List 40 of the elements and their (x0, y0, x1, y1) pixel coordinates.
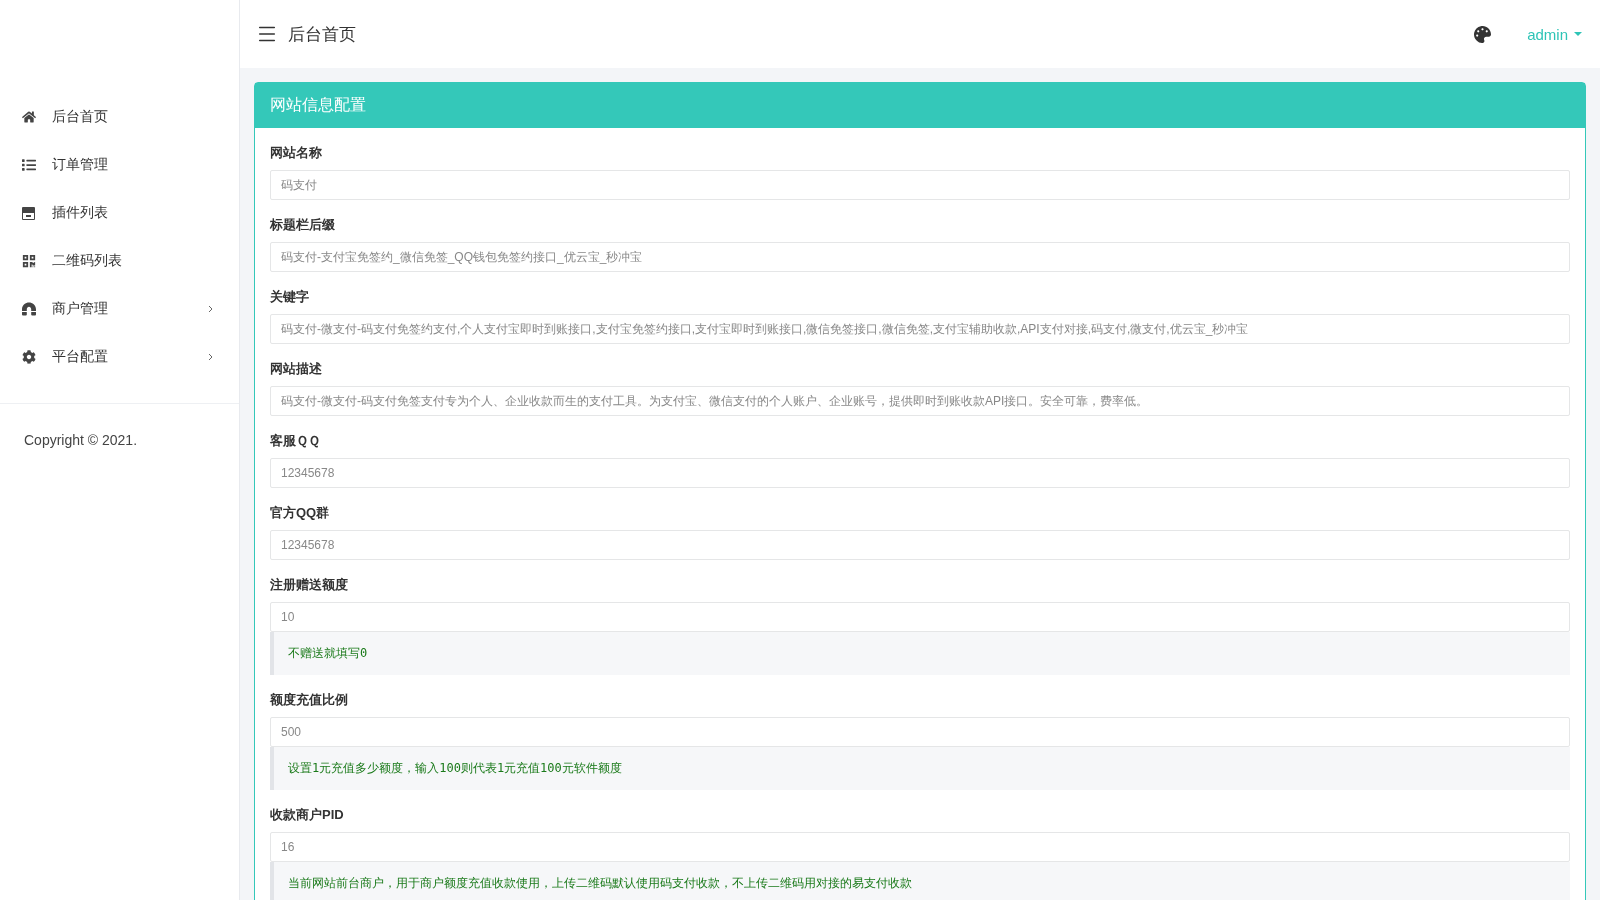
field-label: 标题栏后缀 (270, 216, 336, 234)
sidebar-item[interactable]: 后台首页 (0, 93, 239, 141)
field-hint: 设置1元充值多少额度，输入100则代表1元充值100元软件额度 (270, 747, 1570, 790)
input-field[interactable]: 16 (270, 832, 1570, 862)
field-label: 关键字 (270, 288, 310, 306)
copyright-text: Copyright © 2021. (23, 431, 139, 450)
page-title: 后台首页 (288, 23, 357, 46)
sidebar-item[interactable]: 平台配置 (0, 333, 239, 381)
input-field[interactable]: 码支付-微支付-码支付免签约支付,个人支付宝即时到账接口,支付宝免签约接口,支付宝即时到账接口,微信免签接口,微信免签,支付宝辅助收款,API支付对接,码支付,微支付,优云宝_秒冲宝 (270, 314, 1570, 344)
sidebar-item[interactable]: 订单管理 (0, 141, 239, 189)
box-icon (22, 206, 35, 220)
chevron-icon (208, 305, 214, 313)
input-field[interactable]: 500 (270, 717, 1570, 747)
list-icon (22, 158, 36, 172)
field-label: 客服ＱＱ (270, 432, 321, 450)
field-hint: 当前网站前台商户，用于商户额度充值收款使用，上传二维码默认使用码支付收款，不上传二维码用对接的易支付收款 (270, 862, 1570, 900)
input-field[interactable]: 码支付-微支付-码支付免签支付专为个人、企业收款而生的支付工具。为支付宝、微信支付的个人账户、企业账号，提供即时到账收款API接口。安全可靠，费率低。 (270, 386, 1570, 416)
field-label: 收款商户PID (270, 806, 345, 824)
magnet-icon (22, 302, 36, 316)
settings-icon (22, 350, 36, 364)
field-hint: 不赠送就填写0 (270, 632, 1570, 675)
field-label: 网站描述 (270, 360, 323, 378)
sidebar-item[interactable]: 商户管理 (0, 285, 239, 333)
input-field[interactable]: 12345678 (270, 530, 1570, 560)
field-label: 官方QQ群 (270, 504, 331, 522)
sidebar-item[interactable]: 二维码列表 (0, 237, 239, 285)
qrcode-icon (22, 254, 36, 268)
palette-icon[interactable] (1474, 25, 1492, 43)
input-field[interactable]: 码支付-支付宝免签约_微信免签_QQ钱包免签约接口_优云宝_秒冲宝 (270, 242, 1570, 272)
field-label: 注册赠送额度 (270, 576, 349, 594)
field-label: 额度充值比例 (270, 691, 349, 709)
input-field[interactable]: 12345678 (270, 458, 1570, 488)
chevron-icon (208, 353, 214, 361)
panel-title: 网站信息配置 (255, 83, 1585, 128)
input-field[interactable]: 码支付 (270, 170, 1570, 200)
field-label: 网站名称 (270, 144, 323, 162)
sidebar-item[interactable]: 插件列表 (0, 189, 239, 237)
home-icon (22, 110, 36, 124)
input-field[interactable]: 10 (270, 602, 1570, 632)
caret-icon (1574, 31, 1582, 37)
